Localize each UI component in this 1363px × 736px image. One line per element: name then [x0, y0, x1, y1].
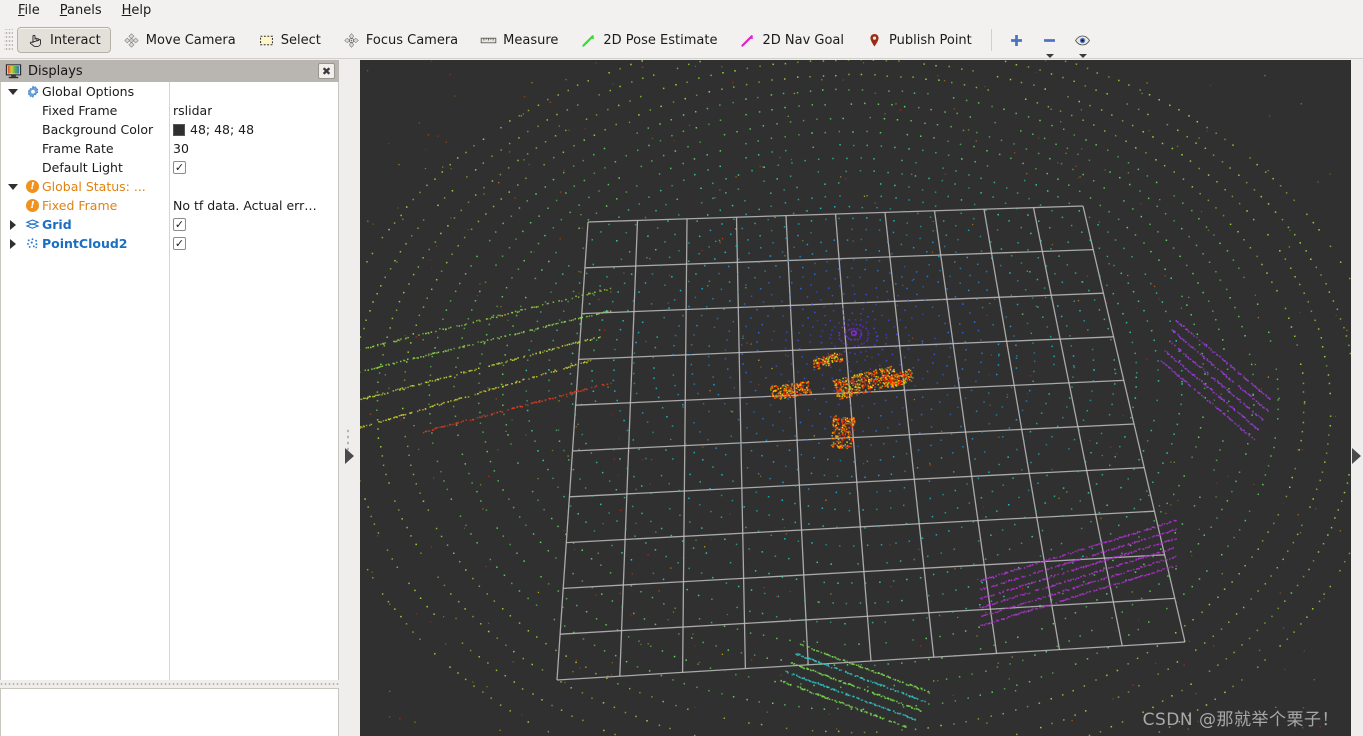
tool-2d-pose-estimate-label: 2D Pose Estimate — [603, 32, 718, 48]
twisty-collapsed-icon-2[interactable] — [3, 238, 23, 249]
tool-measure[interactable]: Measure — [470, 27, 568, 53]
tree-label-fixed-frame: Fixed Frame — [42, 103, 118, 118]
displays-panel: Displays ✖ Global Options Fixed Frame rs — [0, 60, 339, 736]
pointcloud-scene — [360, 60, 1351, 736]
menu-bar: File Panels Help — [0, 0, 1363, 22]
menu-item-panels-mnemonic: P — [59, 2, 68, 18]
displays-monitor-icon — [5, 63, 22, 78]
eye-icon — [1074, 35, 1090, 45]
csdn-watermark: CSDN @那就举个栗子！ — [1142, 710, 1339, 730]
tree-label-pointcloud2: PointCloud2 — [42, 236, 128, 251]
close-icon[interactable]: ✖ — [318, 63, 335, 79]
tree-label-background-color: Background Color — [42, 122, 154, 137]
tree-label-grid: Grid — [42, 217, 72, 232]
warning-icon-2: ! — [23, 199, 42, 212]
tree-row-pointcloud2[interactable]: PointCloud2 ✓ — [1, 234, 338, 253]
tree-label-default-light: Default Light — [42, 160, 123, 175]
checkbox-grid[interactable]: ✓ — [173, 218, 186, 231]
chevron-down-icon[interactable] — [1046, 54, 1055, 58]
left-panel-splitter[interactable] — [339, 60, 360, 736]
menu-item-help-mnemonic: H — [121, 2, 132, 18]
displays-tree[interactable]: Global Options Fixed Frame rslidar Backg… — [0, 82, 339, 682]
grid-icon — [23, 217, 42, 232]
tool-bar: Interact Move Camera Select Focus Camera… — [0, 22, 1363, 59]
tool-select[interactable]: Select — [248, 27, 331, 53]
pointcloud-icon — [23, 236, 42, 251]
select-rect-icon — [259, 35, 273, 45]
twisty-expanded-icon-2[interactable] — [3, 183, 23, 190]
magenta-arrow-icon — [741, 34, 754, 47]
chevron-down-icon-2[interactable] — [1079, 54, 1088, 58]
tree-row-fixed-frame[interactable]: Fixed Frame rslidar — [1, 101, 338, 120]
panel-horizontal-splitter[interactable] — [0, 680, 339, 688]
tool-interact[interactable]: Interact — [17, 27, 111, 53]
tree-value-background-color[interactable]: 48; 48; 48 — [173, 120, 254, 139]
tool-move-camera[interactable]: Move Camera — [113, 27, 246, 53]
visibility-button[interactable] — [1067, 27, 1098, 58]
tree-row-global-status[interactable]: ! Global Status: ... — [1, 177, 338, 196]
tree-row-status-fixed-frame[interactable]: ! Fixed Frame No tf data. Actual err… — [1, 196, 338, 215]
ruler-icon — [480, 37, 497, 43]
collapse-left-arrow-icon[interactable] — [345, 448, 354, 464]
3d-render-view[interactable]: CSDN @那就举个栗子！ — [360, 60, 1351, 736]
map-pin-icon — [870, 33, 879, 47]
menu-item-file[interactable]: File — [8, 2, 50, 21]
tree-row-background-color[interactable]: Background Color 48; 48; 48 — [1, 120, 338, 139]
menu-item-help-rest: elp — [131, 2, 152, 18]
checkbox-default-light[interactable]: ✓ — [173, 161, 186, 174]
tool-interact-label: Interact — [50, 32, 101, 48]
tree-value-pointcloud2[interactable]: ✓ — [173, 234, 186, 253]
tree-label-status-fixed-frame: Fixed Frame — [42, 198, 118, 213]
color-swatch — [173, 123, 185, 136]
tree-value-status-fixed-frame: No tf data. Actual err… — [173, 198, 317, 213]
green-arrow-icon — [582, 34, 595, 47]
tree-value-frame-rate[interactable]: 30 — [173, 139, 189, 158]
tool-2d-pose-estimate[interactable]: 2D Pose Estimate — [570, 27, 727, 53]
rviz-window: File Panels Help Interact Move Camera Se… — [0, 0, 1363, 736]
tree-row-default-light[interactable]: Default Light ✓ — [1, 158, 338, 177]
gear-icon — [23, 84, 42, 99]
tool-publish-point-label: Publish Point — [889, 32, 972, 48]
display-description-box — [0, 688, 339, 736]
toolbar-grip[interactable] — [4, 29, 13, 51]
menu-item-help[interactable]: Help — [112, 2, 162, 21]
move-camera-icon — [124, 32, 139, 48]
tree-value-background-color-text: 48; 48; 48 — [190, 122, 255, 137]
tool-2d-nav-goal-label: 2D Nav Goal — [762, 32, 845, 48]
menu-item-panels-rest: anels — [67, 2, 102, 18]
collapse-right-arrow-icon[interactable] — [1352, 448, 1361, 464]
tree-value-grid[interactable]: ✓ — [173, 215, 186, 234]
twisty-expanded-icon[interactable] — [3, 88, 23, 95]
tree-value-fixed-frame[interactable]: rslidar — [173, 101, 212, 120]
tree-row-global-options[interactable]: Global Options — [1, 82, 338, 101]
tool-measure-label: Measure — [503, 32, 559, 48]
tool-focus-camera[interactable]: Focus Camera — [333, 27, 468, 53]
tree-row-frame-rate[interactable]: Frame Rate 30 — [1, 139, 338, 158]
displays-panel-title: Displays — [28, 63, 83, 79]
menu-item-panels[interactable]: Panels — [50, 2, 112, 21]
tree-row-grid[interactable]: Grid ✓ — [1, 215, 338, 234]
checkbox-pointcloud2[interactable]: ✓ — [173, 237, 186, 250]
tool-publish-point[interactable]: Publish Point — [856, 27, 982, 53]
menu-item-file-rest: ile — [24, 2, 40, 18]
focus-camera-icon — [344, 32, 359, 48]
tool-2d-nav-goal[interactable]: 2D Nav Goal — [729, 27, 854, 53]
tree-label-frame-rate: Frame Rate — [42, 141, 114, 156]
displays-panel-title-bar: Displays ✖ — [0, 60, 339, 82]
tool-focus-camera-label: Focus Camera — [365, 32, 459, 48]
tool-move-camera-label: Move Camera — [145, 32, 236, 48]
hand-cursor-icon — [29, 34, 41, 47]
right-panel-splitter[interactable] — [1351, 60, 1363, 736]
twisty-collapsed-icon[interactable] — [3, 219, 23, 230]
tool-select-label: Select — [280, 32, 321, 48]
zoom-out-button[interactable] — [1034, 27, 1065, 58]
warning-icon: ! — [23, 180, 42, 193]
tree-label-global-status: Global Status: ... — [42, 179, 146, 194]
minus-icon — [1043, 38, 1055, 42]
plus-icon — [1010, 34, 1022, 46]
tree-label-global-options: Global Options — [42, 84, 135, 99]
tree-value-default-light[interactable]: ✓ — [173, 158, 186, 177]
zoom-in-button[interactable] — [1001, 27, 1032, 53]
toolbar-separator — [990, 29, 992, 51]
